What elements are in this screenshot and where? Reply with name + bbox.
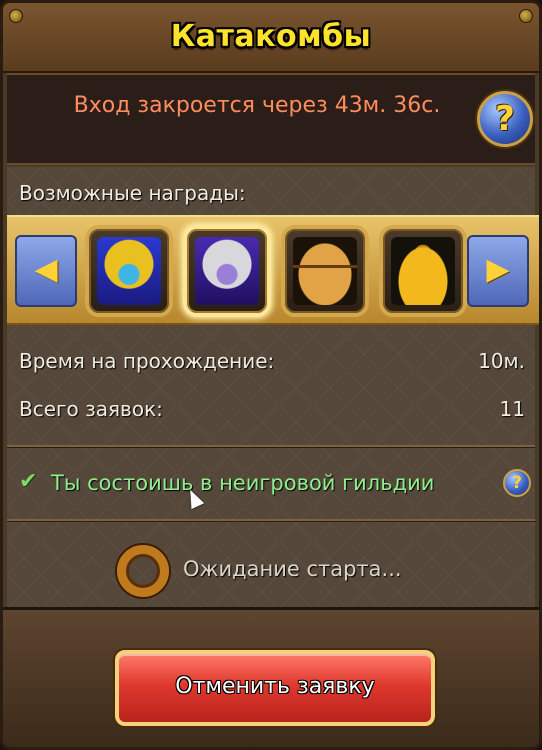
treasure-chest-icon — [293, 237, 357, 305]
window-title: Катакомбы — [170, 19, 372, 54]
silver-armor-icon — [195, 237, 259, 305]
guild-status-row: ✔ Ты состоишь в неигровой гильдии ? — [19, 469, 531, 499]
total-requests-row: Всего заявок: 11 — [19, 397, 525, 421]
question-icon: ? — [495, 99, 515, 139]
reward-item-silver-armor[interactable] — [183, 225, 271, 317]
waiting-status-text: Ожидание старта... — [183, 557, 402, 581]
entry-close-timer: Вход закроется через 43м. 36с. — [73, 93, 441, 118]
reward-item-chest[interactable] — [281, 225, 369, 317]
arrow-right-icon: ▶ — [486, 252, 510, 287]
cancel-request-button[interactable]: Отменить заявку — [115, 650, 435, 726]
gold-bag-icon — [391, 237, 455, 305]
gold-armor-icon — [97, 237, 161, 305]
divider — [7, 519, 535, 521]
rewards-next-button[interactable]: ▶ — [467, 235, 529, 307]
help-button[interactable]: ? — [477, 91, 533, 147]
loading-ring-icon — [117, 545, 169, 597]
arrow-left-icon: ◀ — [34, 252, 58, 287]
guild-status-text: Ты состоишь в неигровой гильдии — [51, 471, 435, 495]
action-bar: Отменить заявку — [3, 607, 539, 747]
total-requests-label: Всего заявок: — [19, 397, 163, 421]
checkmark-icon: ✔ — [19, 469, 38, 494]
waiting-status: Ожидание старта... — [117, 545, 457, 597]
guild-help-button[interactable]: ? — [503, 469, 531, 497]
dungeon-details: Возможные награды: ◀ ▶ Время на прохожде… — [7, 167, 539, 607]
title-bar: Катакомбы — [3, 3, 539, 73]
rewards-carousel: ◀ ▶ — [7, 215, 539, 325]
completion-time-row: Время на прохождение: 10м. — [19, 349, 525, 373]
question-icon: ? — [512, 473, 522, 493]
dialog-window: Катакомбы Вход закроется через 43м. 36с.… — [0, 0, 542, 750]
rewards-prev-button[interactable]: ◀ — [15, 235, 77, 307]
completion-time-value: 10м. — [478, 349, 525, 373]
entry-timer-panel: Вход закроется через 43м. 36с. ? — [7, 73, 535, 165]
divider — [7, 445, 535, 447]
total-requests-value: 11 — [499, 397, 525, 421]
rewards-label: Возможные награды: — [19, 181, 246, 205]
reward-item-gold-armor[interactable] — [85, 225, 173, 317]
reward-item-gold-bag[interactable] — [379, 225, 467, 317]
completion-time-label: Время на прохождение: — [19, 349, 275, 373]
